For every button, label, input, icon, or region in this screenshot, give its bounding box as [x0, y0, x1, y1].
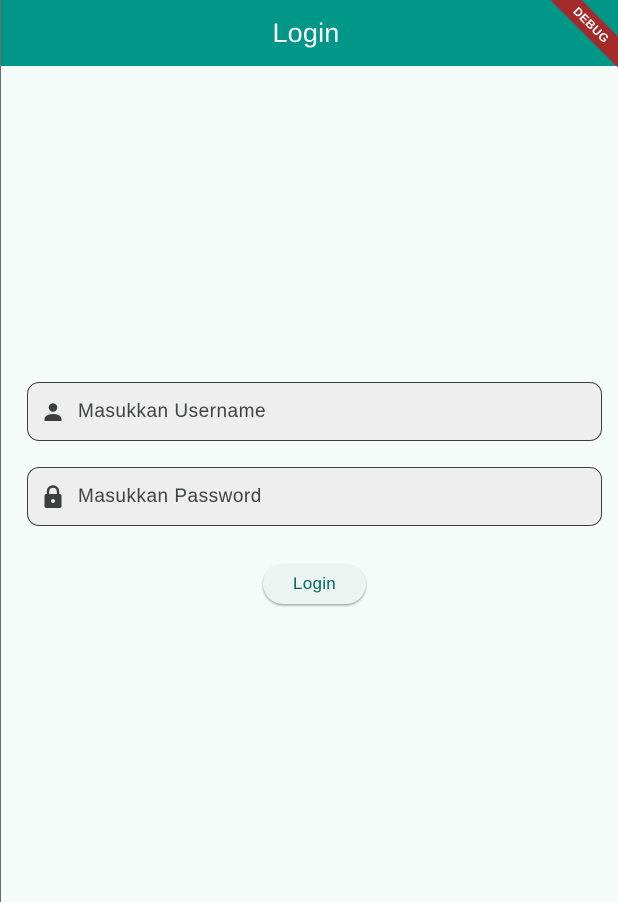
app-window: Login DEBUG Login	[0, 0, 618, 902]
app-bar: Login	[1, 0, 618, 66]
username-input[interactable]	[78, 400, 558, 423]
login-button[interactable]: Login	[263, 564, 366, 604]
person-icon	[40, 399, 66, 425]
password-field[interactable]	[27, 467, 602, 526]
username-field[interactable]	[27, 382, 602, 441]
lock-icon	[40, 484, 66, 510]
password-input[interactable]	[78, 485, 558, 508]
page-title: Login	[272, 17, 340, 48]
